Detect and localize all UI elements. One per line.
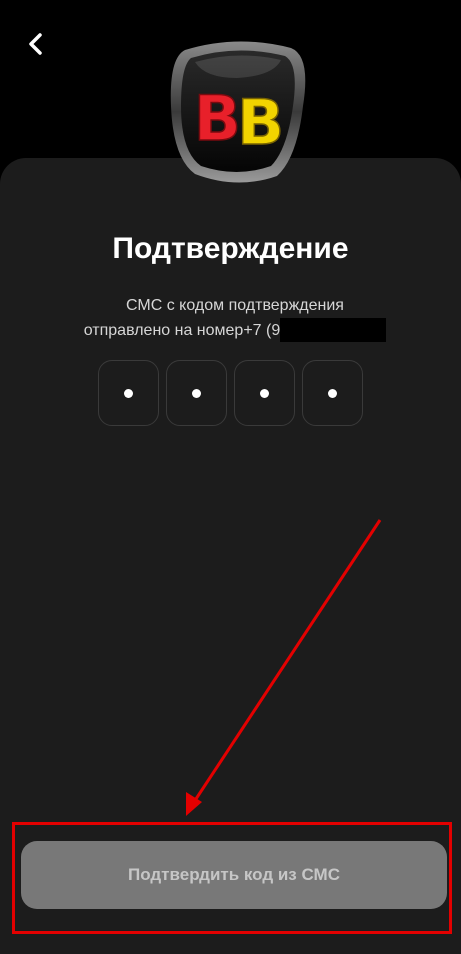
sms-info-text: СМС с кодом подтверждения отправлено на … — [50, 294, 420, 343]
back-button[interactable] — [18, 26, 54, 62]
code-dot — [328, 388, 337, 398]
content-panel — [0, 158, 461, 954]
code-digit-box[interactable] — [98, 360, 159, 426]
app-logo: BB — [165, 36, 310, 186]
logo-text: BB — [194, 82, 281, 159]
sms-code-input[interactable] — [98, 360, 363, 426]
confirm-code-button[interactable]: Подтвердить код из СМС — [21, 841, 447, 909]
code-digit-box[interactable] — [166, 360, 227, 426]
redacted-phone-number — [280, 318, 387, 342]
chevron-left-icon — [29, 33, 42, 55]
code-digit-box[interactable] — [234, 360, 295, 426]
sms-info-line2: отправлено на номер+7 (9 — [83, 322, 281, 339]
code-digit-box[interactable] — [302, 360, 363, 426]
code-dot — [260, 388, 269, 398]
code-dot — [124, 388, 133, 398]
page-title: Подтверждение — [112, 232, 349, 265]
sms-info-line1: СМС с кодом подтверждения — [126, 297, 344, 314]
code-dot — [192, 388, 201, 398]
